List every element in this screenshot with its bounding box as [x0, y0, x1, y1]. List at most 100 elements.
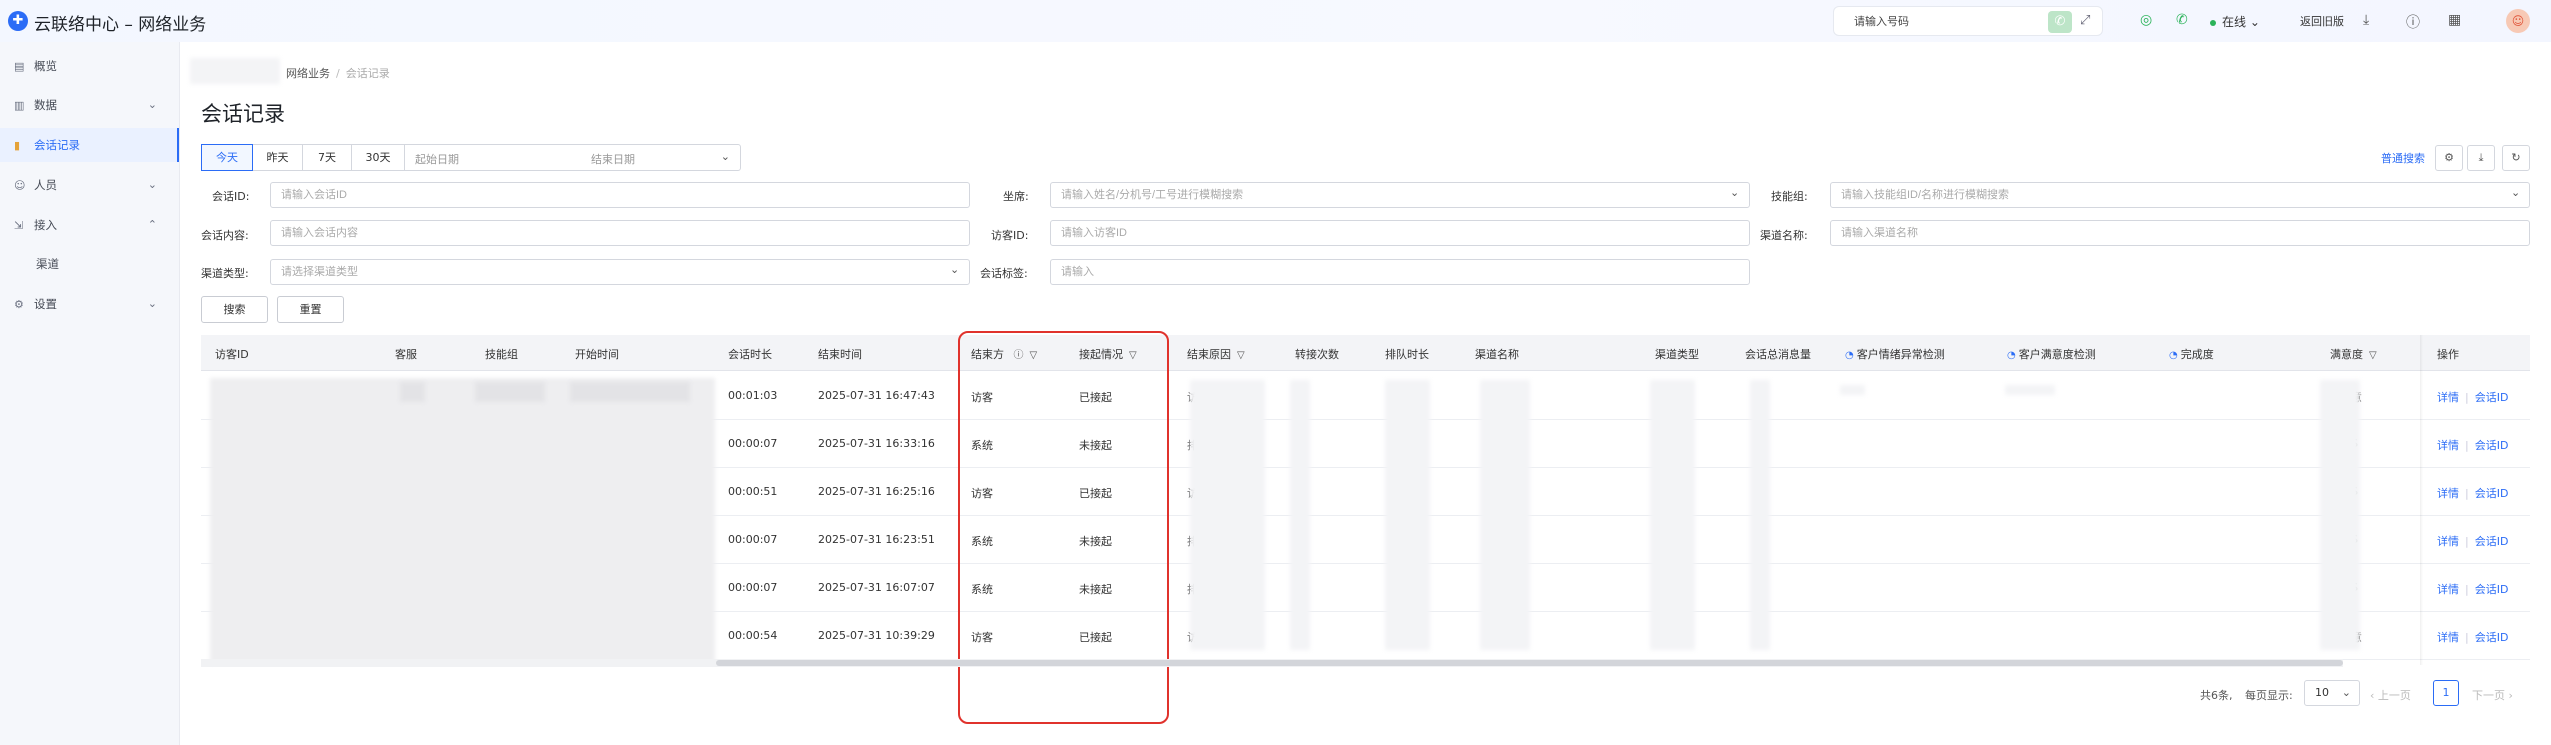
detail-link[interactable]: 详情: [2437, 631, 2459, 644]
refresh-button[interactable]: ↻: [2502, 145, 2530, 171]
people-icon: ☺: [14, 179, 26, 192]
breadcrumb-parent[interactable]: 网络业务: [286, 67, 330, 80]
session-id-link[interactable]: 会话ID: [2475, 439, 2509, 452]
redacted-block: [190, 58, 280, 84]
avatar[interactable]: ☺: [2506, 9, 2530, 33]
sidebar-item-data[interactable]: ▥ 数据 ⌄: [0, 88, 179, 122]
per-page-label: 每页显示:: [2245, 689, 2293, 702]
chevron-up-icon: ⌃: [147, 218, 157, 231]
chevron-down-icon: ⌄: [1730, 186, 1740, 199]
fixed-column-shadow: [2420, 335, 2423, 665]
data-icon: ▥: [14, 99, 25, 112]
tab-today[interactable]: 今天: [201, 144, 253, 171]
sidebar-item-session-records[interactable]: ▮ 会话记录: [0, 128, 179, 162]
search-button[interactable]: 搜索: [201, 296, 268, 323]
channel-type-select[interactable]: [270, 259, 970, 285]
table-header: 访客ID 客服 技能组 开始时间 会话时长 结束时间 结束方 ⓘ ▽ 接起情况 ▽ …: [201, 335, 2530, 371]
per-page-value: 10: [2315, 686, 2329, 699]
overview-icon: ▤: [14, 60, 25, 73]
session-tag-input[interactable]: [1050, 259, 1750, 285]
sidebar-item-overview[interactable]: ▤ 概览: [0, 49, 179, 83]
detail-link[interactable]: 详情: [2437, 487, 2459, 500]
apps-grid-icon[interactable]: ▦: [2448, 12, 2461, 28]
content-input[interactable]: [270, 220, 970, 246]
visitor-id-input[interactable]: [1050, 220, 1750, 246]
col-emotion-label: 客户情绪异常检测: [1856, 348, 1945, 361]
sidebar-item-access[interactable]: ⇲ 接入 ⌃: [0, 208, 179, 242]
chevron-down-icon: ⌄: [950, 263, 960, 276]
col-queue-time: 排队时长: [1385, 348, 1429, 361]
per-page-select[interactable]: 10 ⌄: [2304, 680, 2360, 706]
total-count: 共6条,: [2200, 689, 2233, 702]
detail-link[interactable]: 详情: [2437, 535, 2459, 548]
return-old-version-link[interactable]: 返回旧版: [2300, 13, 2344, 29]
status-dropdown[interactable]: 在线 ⌄: [2210, 13, 2260, 30]
chevron-down-icon: ⌄: [147, 98, 157, 111]
chevron-down-icon: ⌄: [720, 150, 730, 163]
session-id-label: 会话ID:: [212, 190, 250, 203]
col-end-reason: 结束原因 ▽: [1187, 346, 1245, 362]
export-button[interactable]: ⤓: [2467, 145, 2495, 171]
cell-duration: 00:00:07: [728, 437, 778, 450]
filter-icon[interactable]: ▽: [1237, 350, 1245, 361]
phone-icon[interactable]: ✆: [2176, 12, 2188, 28]
sidebar-item-staff[interactable]: ☺ 人员 ⌄: [0, 168, 179, 202]
cell-duration: 00:00:07: [728, 581, 778, 594]
tab-yesterday[interactable]: 昨天: [253, 145, 303, 170]
next-page-button[interactable]: 下一页 ›: [2472, 687, 2513, 703]
detail-link[interactable]: 详情: [2437, 439, 2459, 452]
tab-7-days[interactable]: 7天: [303, 145, 352, 170]
prev-page-button[interactable]: ‹ 上一页: [2370, 687, 2411, 703]
scrollbar-thumb[interactable]: [716, 660, 2343, 666]
channel-name-label: 渠道名称:: [1760, 229, 1808, 242]
reset-button[interactable]: 重置: [277, 296, 344, 323]
help-icon[interactable]: ⓘ: [2406, 12, 2420, 32]
agent-select[interactable]: [1050, 182, 1750, 208]
col-emotion-detection: ◔ 客户情绪异常检测: [1845, 346, 1945, 362]
session-id-link[interactable]: 会话ID: [2475, 487, 2509, 500]
detail-link[interactable]: 详情: [2437, 583, 2459, 596]
page-number-button[interactable]: 1: [2433, 680, 2459, 706]
session-id-input[interactable]: [270, 182, 970, 208]
sidebar-item-label: 渠道: [36, 257, 59, 271]
end-date-placeholder: 结束日期: [591, 153, 635, 166]
gear-icon: ⚙: [14, 298, 24, 311]
sidebar-item-channel[interactable]: 渠道: [0, 247, 179, 281]
detail-link[interactable]: 详情: [2437, 391, 2459, 404]
expand-icon[interactable]: ⤢: [2080, 13, 2090, 28]
channel-type-label: 渠道类型:: [201, 267, 249, 280]
access-icon: ⇲: [14, 219, 24, 232]
cell-duration: 00:00:07: [728, 533, 778, 546]
redacted-block: [570, 382, 690, 402]
redacted-block: [475, 382, 545, 402]
cell-duration: 00:00:51: [728, 485, 778, 498]
col-satisfaction: 满意度 ▽: [2330, 346, 2377, 362]
call-button[interactable]: ✆: [2048, 11, 2072, 33]
redacted-block: [1480, 380, 1530, 650]
skill-group-select[interactable]: [1830, 182, 2530, 208]
search-mode-link[interactable]: 普通搜索: [2381, 150, 2425, 166]
col-satisfaction-label: 满意度: [2330, 348, 2363, 361]
agent-label: 坐席:: [1003, 190, 1029, 203]
settings-button[interactable]: ⚙: [2435, 145, 2463, 171]
chat-icon[interactable]: ◎: [2140, 12, 2152, 28]
cell-end-time: 2025-07-31 16:47:43: [818, 389, 935, 402]
col-skill-group: 技能组: [485, 348, 518, 361]
redacted-block: [1190, 380, 1265, 650]
download-icon[interactable]: ⤓: [2363, 12, 2369, 28]
cell-end-time: 2025-07-31 16:07:07: [818, 581, 935, 594]
session-id-link[interactable]: 会话ID: [2475, 583, 2509, 596]
date-range-picker[interactable]: 起始日期 结束日期 ⌄: [405, 145, 740, 170]
tab-30-days[interactable]: 30天: [352, 145, 405, 170]
filter-icon[interactable]: ▽: [2369, 350, 2377, 361]
session-id-link[interactable]: 会话ID: [2475, 535, 2509, 548]
session-id-link[interactable]: 会话ID: [2475, 631, 2509, 644]
phone-number-input[interactable]: [1854, 13, 2034, 31]
redacted-block: [1650, 380, 1695, 650]
cell-end-time: 2025-07-31 16:23:51: [818, 533, 935, 546]
channel-name-input[interactable]: [1830, 220, 2530, 246]
sidebar-item-settings[interactable]: ⚙ 设置 ⌄: [0, 287, 179, 321]
session-id-link[interactable]: 会话ID: [2475, 391, 2509, 404]
top-bar: ✚ 云联络中心 – 网络业务 ✆ ⤢ ◎ ✆ 在线 ⌄ 返回旧版 ⤓ ⓘ ▦ ☺: [0, 0, 2551, 42]
ai-icon: ◔: [1845, 350, 1854, 361]
